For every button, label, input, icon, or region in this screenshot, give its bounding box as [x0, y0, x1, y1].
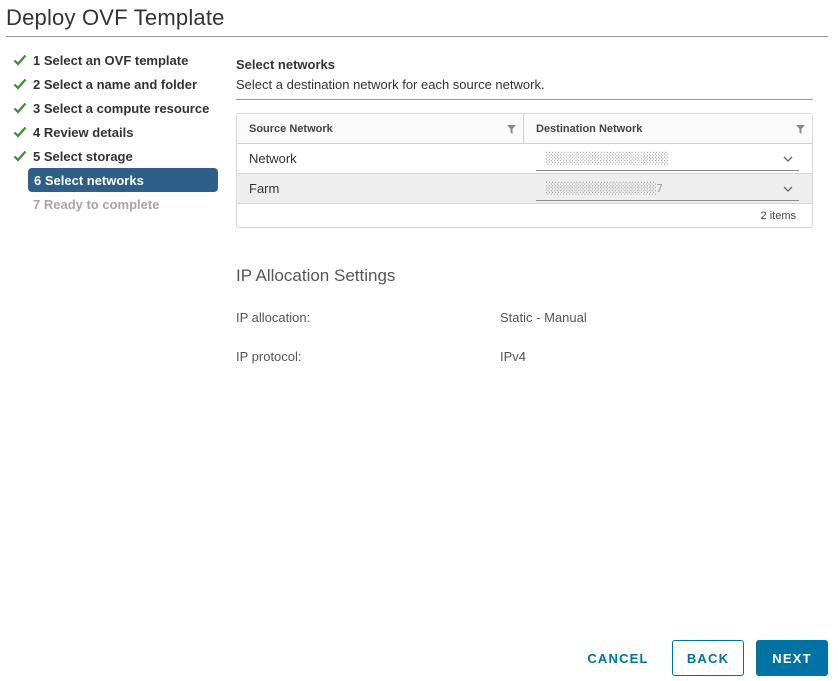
step-label: 7 Ready to complete: [33, 196, 160, 212]
step-4[interactable]: 4 Review details: [12, 120, 218, 144]
main-content: Select networks Select a destination net…: [236, 48, 813, 100]
check-icon: [13, 126, 27, 138]
step-3[interactable]: 3 Select a compute resource: [12, 96, 218, 120]
cancel-button[interactable]: CANCEL: [578, 640, 658, 676]
back-button[interactable]: BACK: [672, 640, 744, 676]
wizard-steps: 1 Select an OVF template 2 Select a name…: [12, 48, 218, 216]
step-5[interactable]: 5 Select storage: [12, 144, 218, 168]
next-button[interactable]: NEXT: [756, 640, 828, 676]
check-icon: [13, 102, 27, 114]
select-value: ░░░░░░░░░░░░░░░░░░7: [546, 182, 663, 195]
section-divider: [236, 99, 813, 100]
check-icon: [13, 150, 27, 162]
step-7: 7 Ready to complete: [12, 192, 218, 216]
column-destination-network[interactable]: Destination Network: [524, 114, 812, 143]
step-label: 4 Review details: [33, 124, 134, 140]
column-source-network[interactable]: Source Network: [237, 114, 524, 143]
ip-allocation-value: Static - Manual: [500, 310, 587, 325]
chevron-down-icon[interactable]: [783, 155, 793, 163]
section-title: Select networks: [236, 57, 335, 72]
filter-icon[interactable]: [796, 125, 805, 134]
step-label: 2 Select a name and folder: [33, 76, 198, 92]
step-1[interactable]: 1 Select an OVF template: [12, 48, 218, 72]
select-value: ░░░░░░░░░░░░░░░░░░░░: [546, 152, 669, 165]
destination-network-cell: ░░░░░░░░░░░░░░░░░░░░: [524, 144, 812, 174]
step-label: 6 Select networks: [34, 172, 144, 188]
check-icon: [13, 54, 27, 66]
grid-header: Source Network Destination Network: [237, 114, 812, 144]
table-row[interactable]: Farm ░░░░░░░░░░░░░░░░░░7: [237, 174, 812, 204]
network-grid: Source Network Destination Network Netwo…: [236, 113, 813, 228]
table-row[interactable]: Network ░░░░░░░░░░░░░░░░░░░░: [237, 144, 812, 174]
step-2[interactable]: 2 Select a name and folder: [12, 72, 218, 96]
ip-allocation-title: IP Allocation Settings: [236, 266, 396, 285]
dialog-title: Deploy OVF Template: [6, 5, 225, 30]
ip-protocol-label: IP protocol:: [236, 349, 302, 364]
ip-protocol-value: IPv4: [500, 349, 527, 364]
title-divider: [6, 36, 828, 37]
destination-network-cell: ░░░░░░░░░░░░░░░░░░7: [524, 174, 812, 204]
step-6-active[interactable]: 6 Select networks: [28, 168, 218, 192]
section-subtitle: Select a destination network for each so…: [236, 77, 545, 92]
grid-footer: 2 items: [760, 209, 796, 222]
ip-allocation-label: IP allocation:: [236, 310, 311, 325]
step-label: 5 Select storage: [33, 148, 133, 164]
destination-network-select[interactable]: ░░░░░░░░░░░░░░░░░░7: [536, 178, 799, 201]
source-network-cell: Farm: [249, 181, 280, 196]
chevron-down-icon[interactable]: [783, 185, 793, 193]
destination-network-select[interactable]: ░░░░░░░░░░░░░░░░░░░░: [536, 148, 799, 171]
check-icon: [13, 78, 27, 90]
source-network-cell: Network: [249, 151, 297, 166]
step-label: 1 Select an OVF template: [33, 52, 189, 68]
step-label: 3 Select a compute resource: [33, 100, 210, 116]
filter-icon[interactable]: [507, 125, 516, 134]
